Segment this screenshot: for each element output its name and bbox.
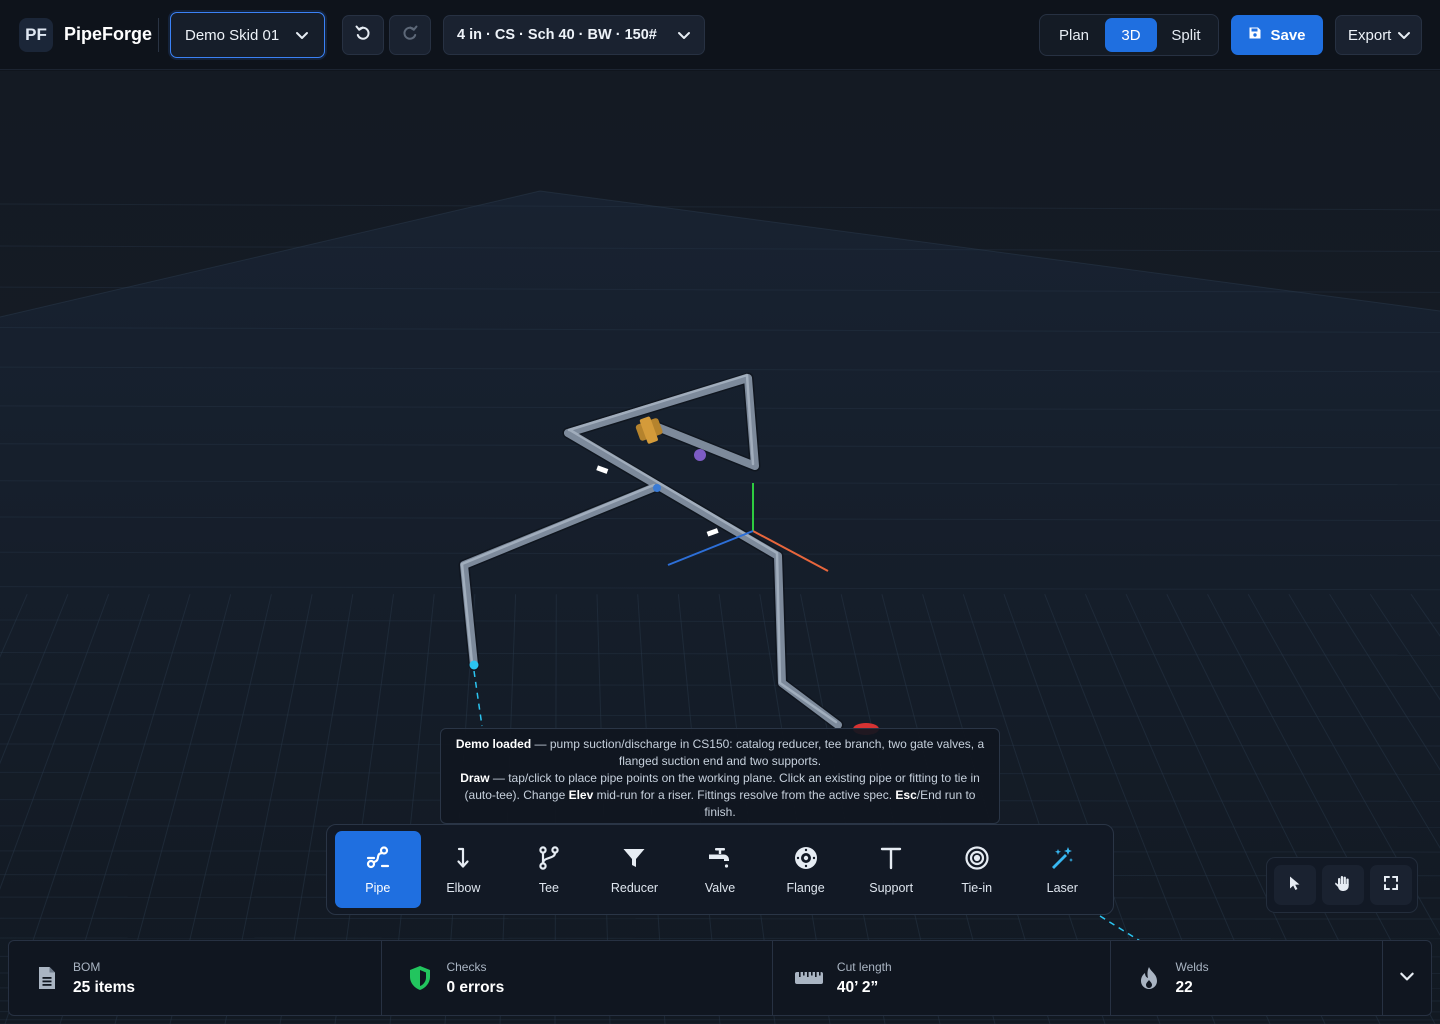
pan-tool-button[interactable] bbox=[1322, 865, 1364, 905]
app-root: PF PipeForge Demo Skid 01 4 in · CS · Sc… bbox=[0, 0, 1440, 1024]
export-button[interactable]: Export bbox=[1335, 15, 1422, 55]
pan-hand-icon bbox=[1334, 874, 1352, 897]
tee-icon bbox=[535, 844, 563, 872]
undo-button[interactable] bbox=[342, 15, 384, 55]
hint-panel: Demo loaded — pump suction/discharge in … bbox=[440, 728, 1000, 824]
tool-label: Support bbox=[869, 881, 914, 895]
tool-tie-in[interactable]: Tie-in bbox=[934, 831, 1020, 908]
tool-label: Valve bbox=[704, 881, 736, 895]
top-bar: PF PipeForge Demo Skid 01 4 in · CS · Sc… bbox=[0, 0, 1440, 70]
status-bar: BOM 25 items Checks 0 errors Cut length … bbox=[8, 940, 1432, 1016]
redo-button[interactable] bbox=[389, 15, 431, 55]
view-split-button[interactable]: Split bbox=[1157, 18, 1215, 52]
chevron-down-icon bbox=[676, 27, 692, 47]
tool-elbow[interactable]: Elbow bbox=[421, 831, 507, 908]
reducer-fitting[interactable] bbox=[694, 449, 706, 461]
tool-label: Tee bbox=[538, 881, 559, 895]
save-icon bbox=[1248, 26, 1262, 44]
status-bom[interactable]: BOM 25 items bbox=[9, 941, 383, 1015]
project-select[interactable]: Demo Skid 01 bbox=[170, 12, 325, 58]
tool-valve[interactable]: Valve bbox=[677, 831, 763, 908]
status-cut-length[interactable]: Cut length 40’ 2” bbox=[773, 941, 1112, 1015]
ruler-icon bbox=[793, 965, 825, 991]
view-mode-toggle: Plan 3D Split bbox=[1039, 14, 1219, 56]
status-expand-button[interactable] bbox=[1383, 941, 1431, 1015]
hint-text: — pump suction/discharge in CS150: catal… bbox=[531, 737, 985, 768]
document-icon bbox=[34, 965, 60, 991]
hint-keyword-elev: Elev bbox=[568, 788, 594, 802]
status-welds[interactable]: Welds 22 bbox=[1111, 941, 1384, 1015]
hint-text: mid-run for a riser. Fittings resolve fr… bbox=[593, 788, 896, 802]
tool-label: Elbow bbox=[446, 881, 481, 895]
export-label: Export bbox=[1348, 26, 1392, 44]
tool-reducer[interactable]: Reducer bbox=[592, 831, 678, 908]
toolbar-divider bbox=[158, 18, 159, 52]
tool-label: Reducer bbox=[610, 881, 659, 895]
view-plan-button[interactable]: Plan bbox=[1043, 18, 1105, 52]
tool-label: Laser bbox=[1046, 881, 1078, 895]
hint-keyword-esc: Esc bbox=[895, 788, 917, 802]
status-checks[interactable]: Checks 0 errors bbox=[382, 941, 773, 1015]
chevron-down-icon bbox=[1398, 967, 1416, 990]
checks-label: Checks bbox=[446, 960, 487, 974]
valve-icon bbox=[706, 844, 734, 872]
view-3d-button[interactable]: 3D bbox=[1105, 18, 1157, 52]
pipe-spec-select[interactable]: 4 in · CS · Sch 40 · BW · 150# bbox=[443, 15, 705, 55]
app-name: PipeForge bbox=[64, 24, 153, 44]
tie-in-marker[interactable] bbox=[469, 660, 479, 670]
bom-value: 25 items bbox=[73, 979, 136, 996]
chevron-down-icon bbox=[294, 27, 310, 47]
pipe-spec-value: 4 in · CS · Sch 40 · BW · 150# bbox=[457, 27, 657, 43]
tool-label: Pipe bbox=[365, 881, 391, 895]
tie-in-icon bbox=[963, 844, 991, 872]
chevron-down-icon bbox=[1396, 27, 1412, 47]
elbow-icon bbox=[449, 844, 477, 872]
hint-line-2: Draw — tap/click to place pipe points on… bbox=[453, 770, 987, 821]
tool-label: Flange bbox=[786, 881, 825, 895]
fullscreen-button[interactable] bbox=[1370, 865, 1412, 905]
welds-label: Welds bbox=[1175, 960, 1209, 974]
save-label: Save bbox=[1270, 26, 1306, 44]
support-icon bbox=[877, 844, 905, 872]
tool-support[interactable]: Support bbox=[848, 831, 934, 908]
laser-icon bbox=[1048, 844, 1076, 872]
checks-value: 0 errors bbox=[446, 979, 505, 996]
tool-pipe[interactable]: Pipe bbox=[335, 831, 421, 908]
flange-icon bbox=[792, 844, 820, 872]
tool-flange[interactable]: Flange bbox=[763, 831, 849, 908]
hint-title-demo: Demo loaded bbox=[455, 737, 532, 751]
shield-check-icon bbox=[407, 965, 433, 991]
cut-length-value: 40’ 2” bbox=[836, 979, 879, 996]
redo-icon bbox=[401, 24, 419, 47]
tool-laser[interactable]: Laser bbox=[1020, 831, 1106, 908]
view-controls bbox=[1266, 857, 1418, 913]
reducer-icon bbox=[620, 844, 648, 872]
welds-value: 22 bbox=[1175, 979, 1193, 996]
cut-length-label: Cut length bbox=[836, 960, 892, 974]
tool-tee[interactable]: Tee bbox=[506, 831, 592, 908]
bom-label: BOM bbox=[73, 960, 101, 974]
hint-title-draw: Draw bbox=[460, 771, 490, 785]
hint-line-1: Demo loaded — pump suction/discharge in … bbox=[453, 736, 987, 770]
logo-badge: PF bbox=[19, 18, 53, 52]
select-tool-button[interactable] bbox=[1274, 865, 1316, 905]
fullscreen-icon bbox=[1383, 875, 1399, 896]
tool-label: Tie-in bbox=[961, 881, 993, 895]
pipe-icon bbox=[364, 844, 392, 872]
project-name: Demo Skid 01 bbox=[185, 26, 280, 44]
undo-icon bbox=[354, 24, 372, 47]
save-button[interactable]: Save bbox=[1231, 15, 1323, 55]
select-cursor-icon bbox=[1287, 875, 1303, 896]
tee-fitting[interactable] bbox=[653, 484, 661, 492]
tool-palette: Pipe Elbow Tee Reducer Valve Flange Supp… bbox=[326, 824, 1114, 915]
flame-icon bbox=[1136, 965, 1162, 991]
